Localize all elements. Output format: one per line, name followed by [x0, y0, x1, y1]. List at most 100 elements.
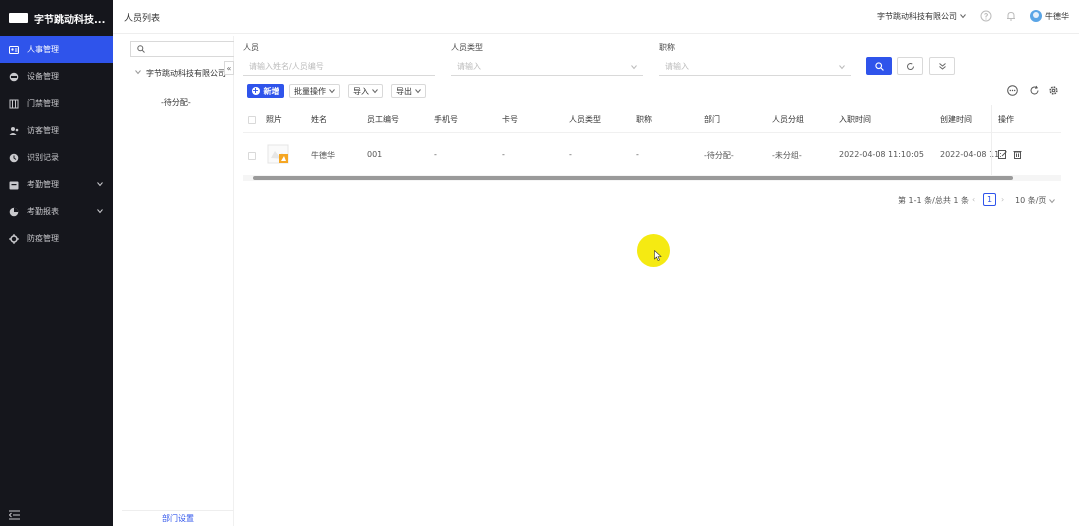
- search-icon: [874, 61, 884, 71]
- sidebar-item-record[interactable]: 识别记录: [0, 144, 113, 171]
- column-header-employee-id[interactable]: 员工编号: [367, 114, 399, 125]
- company-select[interactable]: 字节跳动科技有限公司: [877, 11, 966, 22]
- person-photo[interactable]: [267, 144, 289, 164]
- header-right: 字节跳动科技有限公司 牛德华: [877, 8, 1069, 24]
- reload-icon: [906, 62, 914, 70]
- chevron-down-icon: [839, 65, 845, 70]
- cell-card: -: [502, 150, 505, 159]
- add-label: 新增: [263, 86, 280, 96]
- column-header-title[interactable]: 职称: [636, 114, 652, 125]
- column-header-phone[interactable]: 手机号: [434, 114, 458, 125]
- column-header-actions: 操作: [998, 115, 1014, 124]
- sidebar-item-hr[interactable]: 人事管理: [0, 36, 113, 63]
- row-checkbox[interactable]: [248, 152, 256, 160]
- door-icon: [9, 99, 19, 109]
- type-placeholder: 请输入: [457, 62, 481, 71]
- column-header-department[interactable]: 部门: [704, 114, 720, 125]
- help-icon[interactable]: [980, 10, 992, 22]
- tree-node-root[interactable]: 字节跳动科技有限公司: [146, 68, 230, 80]
- next-page-button[interactable]: ›: [1001, 195, 1004, 204]
- cell-group: -未分组-: [772, 151, 802, 160]
- column-height-icon[interactable]: [1007, 85, 1018, 96]
- page-size-select[interactable]: 10 条/页: [1015, 195, 1056, 206]
- chevron-down-icon[interactable]: [135, 69, 141, 75]
- page-number-current[interactable]: 1: [983, 193, 996, 206]
- column-header-person-type[interactable]: 人员类型: [569, 114, 601, 125]
- tree-search-input[interactable]: [130, 41, 234, 57]
- page-size-label: 10 条/页: [1015, 196, 1047, 205]
- sidebar-item-epidemic[interactable]: 防疫管理: [0, 225, 113, 252]
- cell-employee-id: 001: [367, 150, 383, 159]
- mouse-pointer-icon: [654, 250, 662, 261]
- batch-actions-dropdown[interactable]: 批量操作: [289, 84, 340, 98]
- sidebar-item-label: 识别记录: [27, 153, 59, 162]
- select-all-checkbox[interactable]: [248, 116, 256, 124]
- chevron-down-icon: [97, 209, 103, 214]
- sidebar-item-label: 人事管理: [27, 45, 59, 54]
- export-dropdown[interactable]: 导出: [391, 84, 426, 98]
- sidebar-item-door[interactable]: 门禁管理: [0, 90, 113, 117]
- person-type-select[interactable]: 请输入: [451, 58, 643, 76]
- attendance-icon: [9, 180, 19, 190]
- chevron-down-icon: [372, 89, 378, 94]
- gear-icon[interactable]: [1048, 85, 1059, 96]
- company-name: 字节跳动科技有限公司: [877, 11, 957, 21]
- sidebar-item-visitor[interactable]: 访客管理: [0, 117, 113, 144]
- sidebar-item-label: 防疫管理: [27, 234, 59, 243]
- logo-icon: [9, 13, 28, 23]
- add-person-button[interactable]: + 新增: [247, 84, 284, 98]
- delete-icon[interactable]: [1013, 150, 1022, 159]
- import-label: 导入: [353, 86, 369, 96]
- brand[interactable]: 字节跳动科技...: [0, 0, 113, 36]
- cell-person-type: -: [569, 150, 572, 159]
- scrollbar-thumb[interactable]: [253, 176, 1013, 180]
- chevron-down-icon: [329, 89, 335, 94]
- reload-icon[interactable]: [1029, 85, 1040, 96]
- sidebar-item-label: 门禁管理: [27, 99, 59, 108]
- column-header-join-time[interactable]: 入职时间: [839, 114, 871, 125]
- tree-node-unassigned[interactable]: -待分配-: [161, 97, 191, 109]
- avatar: [1030, 10, 1042, 22]
- chevron-down-icon: [631, 65, 637, 70]
- epidemic-icon: [9, 233, 19, 244]
- column-header-group[interactable]: 人员分组: [772, 114, 804, 125]
- sidebar-item-report[interactable]: 考勤报表: [0, 198, 113, 225]
- user-name: 牛德华: [1045, 11, 1069, 21]
- sidebar-item-label: 考勤管理: [27, 180, 59, 189]
- department-settings-link[interactable]: 部门设置: [122, 510, 234, 526]
- filter-label-person: 人员: [243, 43, 259, 52]
- search-button[interactable]: [866, 57, 892, 75]
- chevron-down-icon: [97, 182, 103, 187]
- batch-label: 批量操作: [294, 86, 326, 96]
- device-icon: [9, 72, 19, 82]
- edit-icon[interactable]: [998, 150, 1007, 159]
- column-header-create-time[interactable]: 创建时间: [940, 114, 972, 125]
- sidebar-item-attendance[interactable]: 考勤管理: [0, 171, 113, 198]
- bell-icon[interactable]: [1005, 10, 1017, 22]
- horizontal-scrollbar[interactable]: [243, 175, 1061, 181]
- column-header-photo[interactable]: 照片: [266, 114, 282, 125]
- user-menu[interactable]: 牛德华: [1030, 10, 1069, 22]
- filter-label-title: 职称: [659, 43, 675, 52]
- collapse-tree-button[interactable]: «: [224, 61, 234, 75]
- sidebar-item-device[interactable]: 设备管理: [0, 63, 113, 90]
- pagination-summary: 第 1-1 条/总共 1 条: [898, 196, 970, 205]
- record-icon: [9, 153, 19, 163]
- cell-create-time: 2022-04-08 11:: [940, 150, 1002, 159]
- person-search-input[interactable]: 请输入姓名/人员编号: [243, 58, 435, 76]
- reset-button[interactable]: [897, 57, 923, 75]
- top-header: 人员列表 字节跳动科技有限公司 牛德华: [113, 0, 1079, 34]
- column-header-name[interactable]: 姓名: [311, 114, 327, 125]
- department-tree-panel: 字节跳动科技有限公司 -待分配- 部门设置: [122, 36, 234, 526]
- expand-filters-button[interactable]: [929, 57, 955, 75]
- column-header-card[interactable]: 卡号: [502, 114, 518, 125]
- chevron-down-icon: [1049, 198, 1056, 203]
- filter-label-type: 人员类型: [451, 43, 483, 52]
- prev-page-button[interactable]: ‹: [972, 195, 975, 204]
- import-dropdown[interactable]: 导入: [348, 84, 383, 98]
- menu-fold-icon[interactable]: [9, 510, 20, 520]
- page-title: 人员列表: [124, 14, 161, 24]
- export-label: 导出: [396, 86, 412, 96]
- job-title-select[interactable]: 请输入: [659, 58, 851, 76]
- cell-department: -待分配-: [704, 151, 734, 160]
